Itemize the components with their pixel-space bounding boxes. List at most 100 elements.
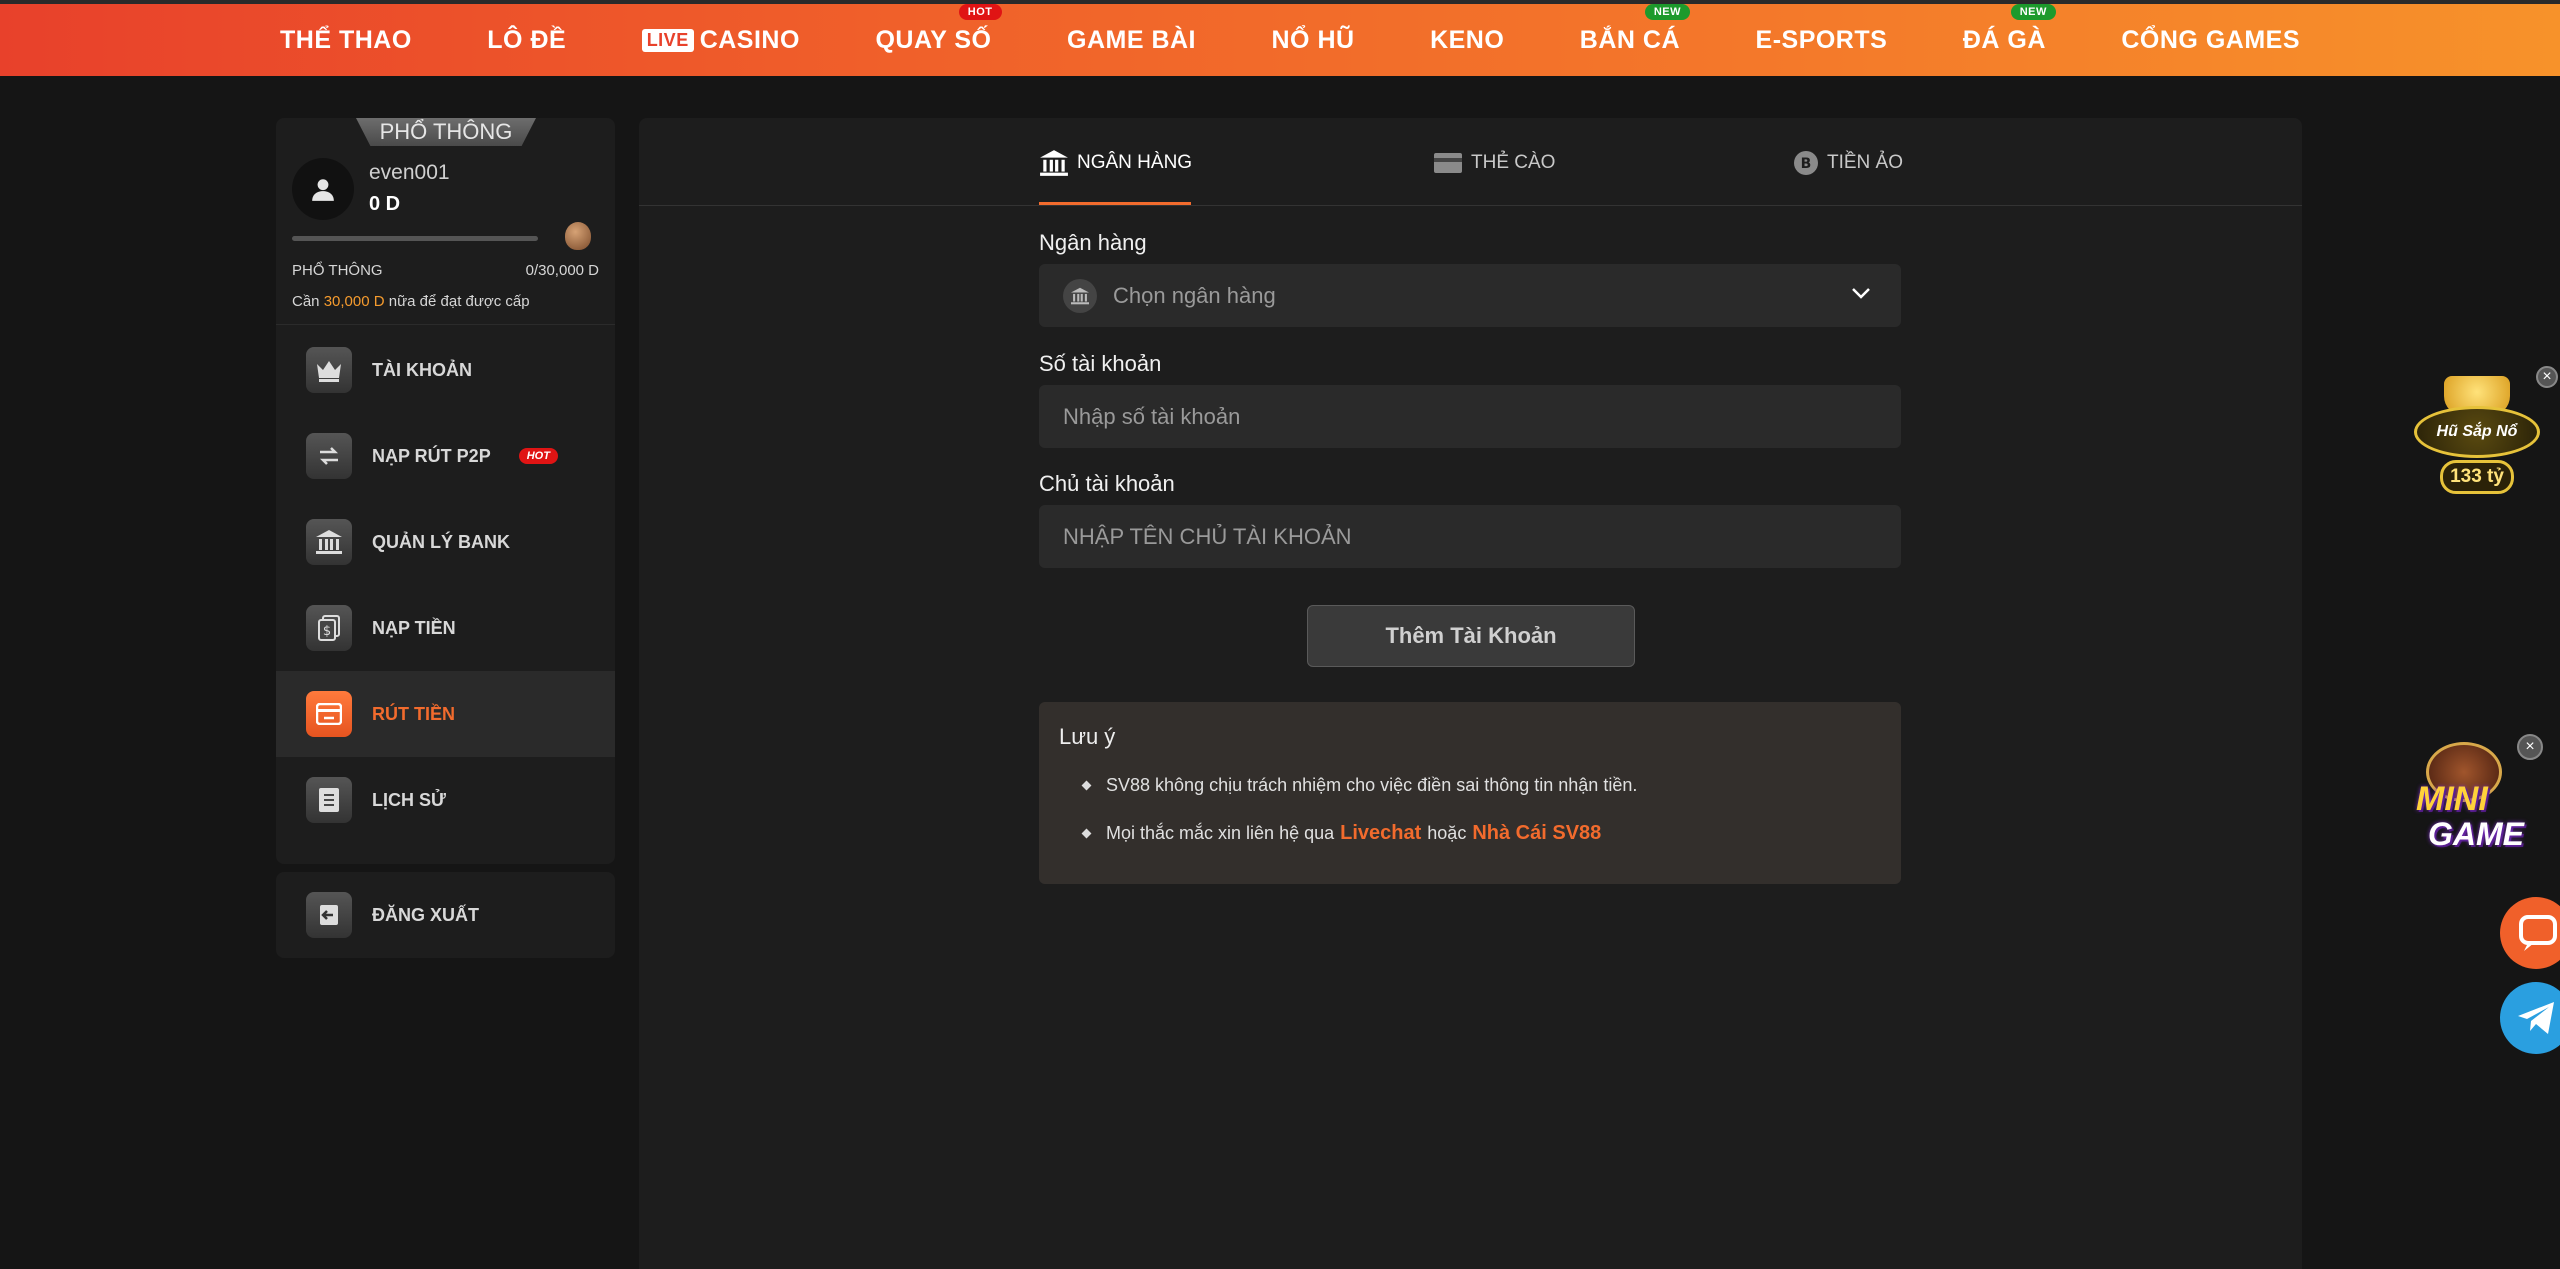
- history-icon: [306, 777, 352, 823]
- bank-select[interactable]: Chọn ngân hàng: [1039, 264, 1901, 327]
- nav-keno[interactable]: KENO: [1430, 26, 1504, 55]
- need-amount: 30,000 D: [323, 293, 385, 310]
- balance: 0 D: [369, 193, 401, 215]
- deposit-icon: $: [306, 605, 352, 651]
- jackpot-close-icon[interactable]: ×: [2536, 366, 2558, 388]
- payment-method-tabs: NGÂN HÀNG THẺ CÀO B TIỀN ẢO: [639, 118, 2302, 206]
- nav-label: THỂ THAO: [280, 25, 412, 54]
- nav-label: CỔNG GAMES: [2121, 25, 2300, 54]
- account-number-label: Số tài khoản: [1039, 351, 1162, 376]
- account-owner-label: Chủ tài khoản: [1039, 471, 1175, 496]
- menu-lich-su[interactable]: LỊCH SỬ: [276, 757, 615, 843]
- logout-button[interactable]: ĐĂNG XUẤT: [276, 872, 615, 958]
- telegram-icon: [2518, 1002, 2554, 1034]
- livechat-link[interactable]: Livechat: [1340, 822, 1421, 845]
- logout-icon: [306, 892, 352, 938]
- menu-label: TÀI KHOẢN: [372, 359, 472, 380]
- hot-badge: HOT: [518, 448, 558, 464]
- account-owner-input[interactable]: [1039, 523, 1901, 550]
- tier-progress-bar: [292, 236, 538, 241]
- withdraw-panel: NGÂN HÀNG THẺ CÀO B TIỀN ẢO Ngân hàng Ch…: [639, 118, 2302, 1269]
- livechat-button[interactable]: [2500, 897, 2560, 969]
- nav-quay-so[interactable]: QUAY SỐ HOT: [875, 3, 1002, 55]
- svg-text:B: B: [1801, 156, 1812, 172]
- nav-label: E-SPORTS: [1755, 25, 1888, 54]
- nav-label: NỔ HŨ: [1271, 25, 1355, 54]
- bank-select-placeholder: Chọn ngân hàng: [1113, 282, 1276, 308]
- menu-nap-tien[interactable]: $ NẠP TIỀN: [276, 585, 615, 671]
- nav-the-thao[interactable]: THỂ THAO: [280, 26, 412, 55]
- account-owner-field[interactable]: [1039, 505, 1901, 568]
- bullet-icon: [1081, 780, 1092, 791]
- jackpot-amount: 133 tỷ: [2440, 460, 2514, 494]
- user-icon: [312, 179, 334, 201]
- bank-icon: [1039, 149, 1069, 177]
- svg-text:$: $: [323, 624, 331, 639]
- active-tab-indicator: [1039, 202, 1191, 205]
- nav-label: QUAY SỐ: [875, 25, 992, 54]
- account-number-field[interactable]: [1039, 385, 1901, 448]
- nav-live-casino[interactable]: LIVE CASINO: [641, 25, 800, 55]
- jackpot-label: Hũ Sắp Nổ: [2414, 406, 2540, 458]
- minigame-close-icon[interactable]: ×: [2517, 734, 2543, 760]
- rank-shield-icon: [565, 222, 591, 250]
- telegram-button[interactable]: [2500, 982, 2560, 1054]
- notice-box: Lưu ý SV88 không chịu trách nhiệm cho vi…: [1039, 702, 1901, 884]
- menu-tai-khoan[interactable]: TÀI KHOẢN: [276, 327, 615, 413]
- top-navbar: THỂ THAO LÔ ĐỀ LIVE CASINO QUAY SỐ HOT GAM…: [0, 0, 2560, 76]
- notice-text: SV88 không chịu trách nhiệm cho việc điề…: [1106, 775, 1638, 795]
- jackpot-widget[interactable]: Hũ Sắp Nổ 133 tỷ: [2406, 368, 2546, 508]
- nav-e-sports[interactable]: E-SPORTS: [1756, 26, 1888, 55]
- need-prefix: Cần: [292, 293, 320, 310]
- nav-ban-ca[interactable]: BẮN CÁ NEW: [1579, 3, 1691, 55]
- bank-icon: [1063, 278, 1097, 313]
- new-badge: NEW: [2010, 3, 2056, 20]
- nav-no-hu[interactable]: NỔ HŨ: [1272, 26, 1355, 55]
- bank-label: Ngân hàng: [1039, 230, 1147, 255]
- username: even001: [369, 161, 450, 184]
- menu-quan-ly-bank[interactable]: QUẢN LÝ BANK: [276, 499, 615, 585]
- sv88-link[interactable]: Nhà Cái SV88: [1472, 822, 1601, 845]
- tier-progress-text: 0/30,000 D: [525, 262, 599, 279]
- nav-label: LÔ ĐỀ: [487, 25, 567, 54]
- jackpot-label-text: Hũ Sắp Nổ: [2436, 423, 2518, 440]
- nav-label: GAME BÀI: [1067, 25, 1196, 54]
- exchange-icon: [306, 433, 352, 479]
- tier-name: PHỔ THÔNG: [292, 262, 383, 279]
- nav-cong-games[interactable]: CỔNG GAMES: [2121, 26, 2300, 55]
- bank-icon: [306, 519, 352, 565]
- notice-line-1: SV88 không chịu trách nhiệm cho việc điề…: [1081, 775, 1638, 796]
- nav-game-bai[interactable]: GAME BÀI: [1067, 26, 1196, 55]
- menu-label: NẠP RÚT P2P: [372, 445, 491, 466]
- nav-label: CASINO: [699, 25, 800, 54]
- nav-label: KENO: [1430, 25, 1505, 54]
- tier-ribbon: PHỔ THÔNG: [356, 118, 536, 146]
- bullet-icon: [1081, 828, 1092, 839]
- nav-lo-de[interactable]: LÔ ĐỀ: [487, 26, 566, 55]
- tab-label: TIỀN ẢO: [1827, 152, 1904, 173]
- menu-label: LỊCH SỬ: [372, 789, 446, 810]
- tab-the-cao[interactable]: THẺ CÀO: [1433, 146, 1555, 180]
- nav-label: BẮN CÁ: [1579, 25, 1681, 54]
- tab-tien-ao[interactable]: B TIỀN ẢO: [1793, 146, 1903, 180]
- nav-da-ga[interactable]: ĐÁ GÀ NEW: [1963, 3, 2056, 55]
- main-nav: THỂ THAO LÔ ĐỀ LIVE CASINO QUAY SỐ HOT GAM…: [240, 3, 2340, 76]
- menu-rut-tien[interactable]: RÚT TIỀN: [276, 671, 615, 757]
- menu-nap-rut-p2p[interactable]: NẠP RÚT P2P HOT: [276, 413, 615, 499]
- tab-label: THẺ CÀO: [1471, 152, 1556, 173]
- avatar[interactable]: [292, 158, 354, 220]
- crown-icon: [306, 347, 352, 393]
- menu-label: NẠP TIỀN: [372, 617, 456, 638]
- tier-requirement: Cần 30,000 D nữa để đạt được cấp: [292, 293, 530, 310]
- withdraw-icon: [306, 691, 352, 737]
- logout-label: ĐĂNG XUẤT: [372, 904, 479, 925]
- account-number-input[interactable]: [1039, 403, 1901, 430]
- need-suffix: nữa để đạt được cấp: [388, 293, 530, 310]
- chat-bubble-icon: [2519, 915, 2557, 951]
- new-badge: NEW: [1644, 3, 1691, 20]
- menu-label: QUẢN LÝ BANK: [372, 531, 510, 552]
- card-icon: [1433, 152, 1463, 174]
- add-account-button[interactable]: Thêm Tài Khoản: [1307, 605, 1635, 667]
- notice-text: hoặc: [1427, 823, 1467, 843]
- tab-ngan-hang[interactable]: NGÂN HÀNG: [1039, 146, 1192, 180]
